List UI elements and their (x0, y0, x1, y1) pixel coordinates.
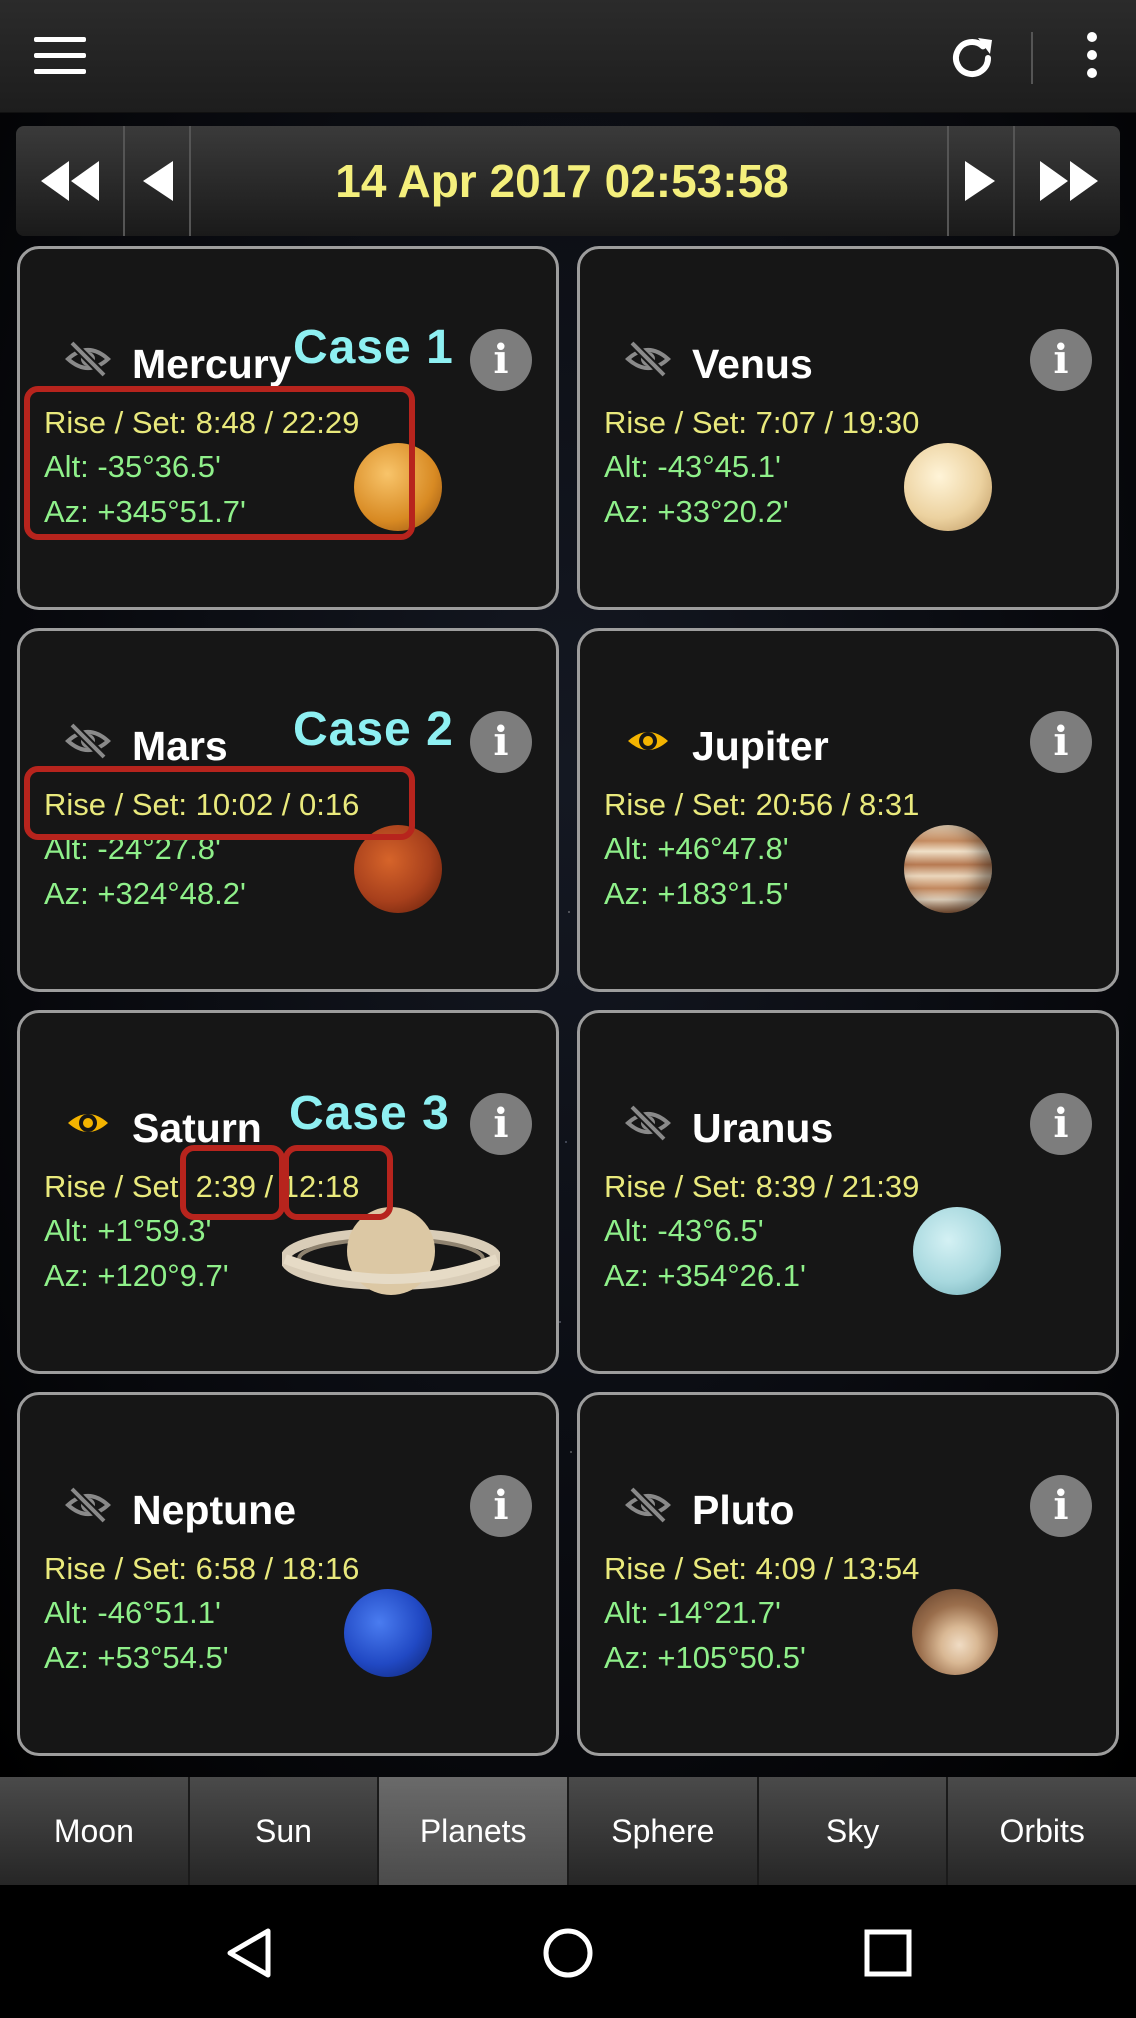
planet-name: Pluto (692, 1487, 795, 1533)
planet-name: Mercury (132, 341, 292, 387)
info-icon[interactable]: i (1030, 329, 1092, 391)
fast-forward-icon (1039, 161, 1098, 201)
visibility-off-icon[interactable] (64, 721, 112, 761)
azimuth-text: Az: +354°26.1' (604, 1258, 806, 1293)
rise-set-text: Rise / Set: 8:39 / 21:39 (604, 1169, 920, 1204)
annotation-box-case-1 (24, 386, 415, 540)
info-icon[interactable]: i (1030, 1475, 1092, 1537)
visibility-off-icon[interactable] (64, 339, 112, 379)
azimuth-text: Az: +183°1.5' (604, 876, 789, 911)
date-navigation-bar: 14 Apr 2017 02:53:58 (16, 126, 1120, 236)
refresh-icon[interactable] (944, 30, 1000, 86)
azimuth-text: Az: +324°48.2' (44, 876, 246, 911)
rise-set-text: Rise / Set: 7:07 / 19:30 (604, 405, 920, 440)
tab-orbits[interactable]: Orbits (948, 1777, 1136, 1885)
info-icon[interactable]: i (470, 329, 532, 391)
visibility-off-icon[interactable] (624, 339, 672, 379)
info-icon[interactable]: i (1030, 1093, 1092, 1155)
info-icon[interactable]: i (470, 1093, 532, 1155)
fast-rewind-button[interactable] (16, 126, 125, 236)
altitude-text: Alt: -43°6.5' (604, 1213, 764, 1248)
altitude-text: Alt: -14°21.7' (604, 1595, 781, 1630)
rise-set-text: Rise / Set: 6:58 / 18:16 (44, 1551, 360, 1586)
tab-sphere[interactable]: Sphere (569, 1777, 759, 1885)
annotation-box-case-3-rise (180, 1145, 285, 1220)
jupiter-image (904, 825, 992, 913)
toolbar-divider (1031, 32, 1033, 84)
tab-sun[interactable]: Sun (189, 1777, 380, 1885)
visibility-off-icon[interactable] (624, 1485, 672, 1525)
planet-name: Jupiter (692, 723, 829, 769)
fast-rewind-icon (40, 161, 99, 201)
planet-name: Neptune (132, 1487, 296, 1533)
visibility-icon[interactable] (64, 1103, 112, 1143)
tab-sky[interactable]: Sky (758, 1777, 949, 1885)
azimuth-text: Az: +33°20.2' (604, 494, 789, 529)
altitude-text: Alt: +46°47.8' (604, 831, 789, 866)
fast-forward-button[interactable] (1013, 126, 1122, 236)
rise-set-text: Rise / Set: 20:56 / 8:31 (604, 787, 920, 822)
visibility-icon[interactable] (624, 721, 672, 761)
uranus-image (913, 1207, 1001, 1295)
altitude-text: Alt: +1°59.3' (44, 1213, 212, 1248)
planet-card-neptune[interactable]: Neptune i Rise / Set: 6:58 / 18:16 Alt: … (17, 1392, 559, 1756)
planet-name: Uranus (692, 1105, 834, 1151)
annotation-box-case-3-set (283, 1145, 393, 1220)
planet-card-venus[interactable]: Venus i Rise / Set: 7:07 / 19:30 Alt: -4… (577, 246, 1119, 610)
step-forward-button[interactable] (947, 126, 1013, 236)
app-bar (0, 0, 1136, 113)
azimuth-text: Az: +53°54.5' (44, 1640, 229, 1675)
planet-name: Mars (132, 723, 228, 769)
visibility-off-icon[interactable] (624, 1103, 672, 1143)
home-icon[interactable] (542, 1927, 594, 1979)
pluto-image (912, 1589, 998, 1675)
tab-planets[interactable]: Planets (379, 1777, 570, 1885)
annotation-case-2: Case 2 (293, 703, 454, 756)
altitude-text: Alt: -43°45.1' (604, 449, 781, 484)
step-forward-icon (965, 161, 995, 201)
system-navigation-bar (0, 1885, 1136, 2018)
info-icon[interactable]: i (1030, 711, 1092, 773)
more-vert-icon[interactable] (1080, 32, 1104, 84)
planet-card-pluto[interactable]: Pluto i Rise / Set: 4:09 / 13:54 Alt: -1… (577, 1392, 1119, 1756)
hamburger-icon[interactable] (34, 37, 86, 75)
current-datetime[interactable]: 14 Apr 2017 02:53:58 (192, 126, 932, 236)
annotation-case-3: Case 3 (289, 1087, 450, 1140)
azimuth-text: Az: +105°50.5' (604, 1640, 806, 1675)
bottom-tab-bar: Moon Sun Planets Sphere Sky Orbits (0, 1777, 1136, 1885)
altitude-text: Alt: -46°51.1' (44, 1595, 221, 1630)
annotation-case-1: Case 1 (293, 321, 454, 374)
rise-set-text: Rise / Set: 4:09 / 13:54 (604, 1551, 920, 1586)
step-back-button[interactable] (125, 126, 191, 236)
step-back-icon (143, 161, 173, 201)
annotation-box-case-2 (24, 766, 415, 840)
tab-moon[interactable]: Moon (0, 1777, 190, 1885)
recents-icon[interactable] (864, 1929, 912, 1977)
planet-card-uranus[interactable]: Uranus i Rise / Set: 8:39 / 21:39 Alt: -… (577, 1010, 1119, 1374)
neptune-image (344, 1589, 432, 1677)
info-icon[interactable]: i (470, 711, 532, 773)
planet-card-jupiter[interactable]: Jupiter i Rise / Set: 20:56 / 8:31 Alt: … (577, 628, 1119, 992)
azimuth-text: Az: +120°9.7' (44, 1258, 229, 1293)
info-icon[interactable]: i (470, 1475, 532, 1537)
back-icon[interactable] (224, 1927, 274, 1979)
venus-image (904, 443, 992, 531)
visibility-off-icon[interactable] (64, 1485, 112, 1525)
planet-name: Venus (692, 341, 813, 387)
